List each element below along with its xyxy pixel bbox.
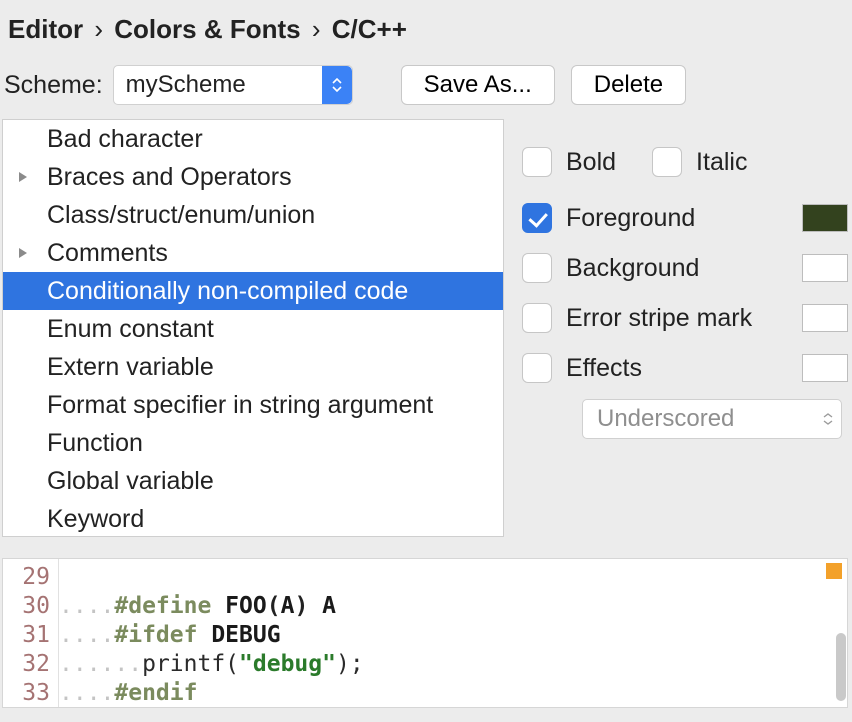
foreground-checkbox[interactable] [522, 203, 552, 233]
foreground-label: Foreground [566, 204, 695, 233]
code-line [59, 563, 847, 592]
line-number: 32 [3, 650, 58, 679]
disclosure-triangle-icon[interactable] [17, 170, 47, 184]
italic-checkbox[interactable] [652, 147, 682, 177]
list-item[interactable]: Bad character [3, 120, 503, 158]
line-number: 29 [3, 563, 58, 592]
scheme-select-arrows-icon [322, 66, 352, 104]
list-item-label: Format specifier in string argument [47, 391, 433, 420]
scheme-label: Scheme: [4, 71, 103, 100]
error-stripe-label: Error stripe mark [566, 304, 752, 333]
background-label: Background [566, 254, 699, 283]
breadcrumb-editor: Editor [8, 14, 83, 44]
line-number: 33 [3, 679, 58, 708]
gutter: 2930313233 [3, 559, 59, 707]
foreground-color-swatch[interactable] [802, 204, 848, 232]
breadcrumb-lang: C/C++ [332, 14, 407, 44]
code-area: ....#define FOO(A) A ....#ifdef DEBUG ..… [59, 559, 847, 707]
delete-button[interactable]: Delete [571, 65, 686, 105]
warning-marker-icon[interactable] [826, 563, 842, 579]
list-item-label: Conditionally non-compiled code [47, 277, 408, 306]
attribute-list[interactable]: Bad character Braces and Operators Class/s… [2, 119, 504, 537]
breadcrumb-sep: › [94, 14, 103, 44]
code-line: ....#define FOO(A) A [59, 592, 847, 621]
error-stripe-color-swatch[interactable] [802, 304, 848, 332]
error-stripe-checkbox[interactable] [522, 303, 552, 333]
code-line: ....#endif [59, 679, 847, 708]
effects-select-arrows-icon [815, 413, 841, 425]
list-item-label: Function [47, 429, 143, 458]
code-preview: 2930313233 ....#define FOO(A) A ....#ifd… [2, 558, 848, 708]
list-item[interactable]: Extern variable [3, 348, 503, 386]
list-item[interactable]: Braces and Operators [3, 158, 503, 196]
background-color-swatch[interactable] [802, 254, 848, 282]
list-item-label: Braces and Operators [47, 163, 292, 192]
italic-label: Italic [696, 148, 747, 177]
save-as-button[interactable]: Save As... [401, 65, 555, 105]
line-number: 30 [3, 592, 58, 621]
bold-label: Bold [566, 148, 616, 177]
list-item[interactable]: Global variable [3, 462, 503, 500]
breadcrumb-sep: › [312, 14, 321, 44]
effects-type-value: Underscored [583, 405, 748, 433]
code-line: ......printf("debug"); [59, 650, 847, 679]
list-item-label: Extern variable [47, 353, 214, 382]
effects-color-swatch[interactable] [802, 354, 848, 382]
list-item[interactable]: Format specifier in string argument [3, 386, 503, 424]
list-item-label: Keyword [47, 505, 144, 534]
preview-scrollbar[interactable] [836, 633, 846, 701]
list-item[interactable]: Enum constant [3, 310, 503, 348]
list-item-label: Class/struct/enum/union [47, 201, 315, 230]
line-number: 31 [3, 621, 58, 650]
effects-label: Effects [566, 354, 642, 383]
code-line: ....#ifdef DEBUG [59, 621, 847, 650]
effects-checkbox[interactable] [522, 353, 552, 383]
scheme-value: myScheme [114, 71, 258, 99]
breadcrumb: Editor › Colors & Fonts › C/C++ [0, 0, 852, 53]
list-item[interactable]: Comments [3, 234, 503, 272]
disclosure-triangle-icon[interactable] [17, 246, 47, 260]
list-item-label: Comments [47, 239, 168, 268]
effects-type-select[interactable]: Underscored [582, 399, 842, 439]
list-item-label: Bad character [47, 125, 203, 154]
list-item[interactable]: Function [3, 424, 503, 462]
bold-checkbox[interactable] [522, 147, 552, 177]
list-item[interactable]: Conditionally non-compiled code [3, 272, 503, 310]
list-item[interactable]: Keyword [3, 500, 503, 537]
list-item[interactable]: Class/struct/enum/union [3, 196, 503, 234]
scheme-select[interactable]: myScheme [113, 65, 353, 105]
breadcrumb-colors: Colors & Fonts [114, 14, 300, 44]
background-checkbox[interactable] [522, 253, 552, 283]
list-item-label: Global variable [47, 467, 214, 496]
list-item-label: Enum constant [47, 315, 214, 344]
options-panel: Bold Italic Foreground Background Error … [522, 119, 850, 537]
